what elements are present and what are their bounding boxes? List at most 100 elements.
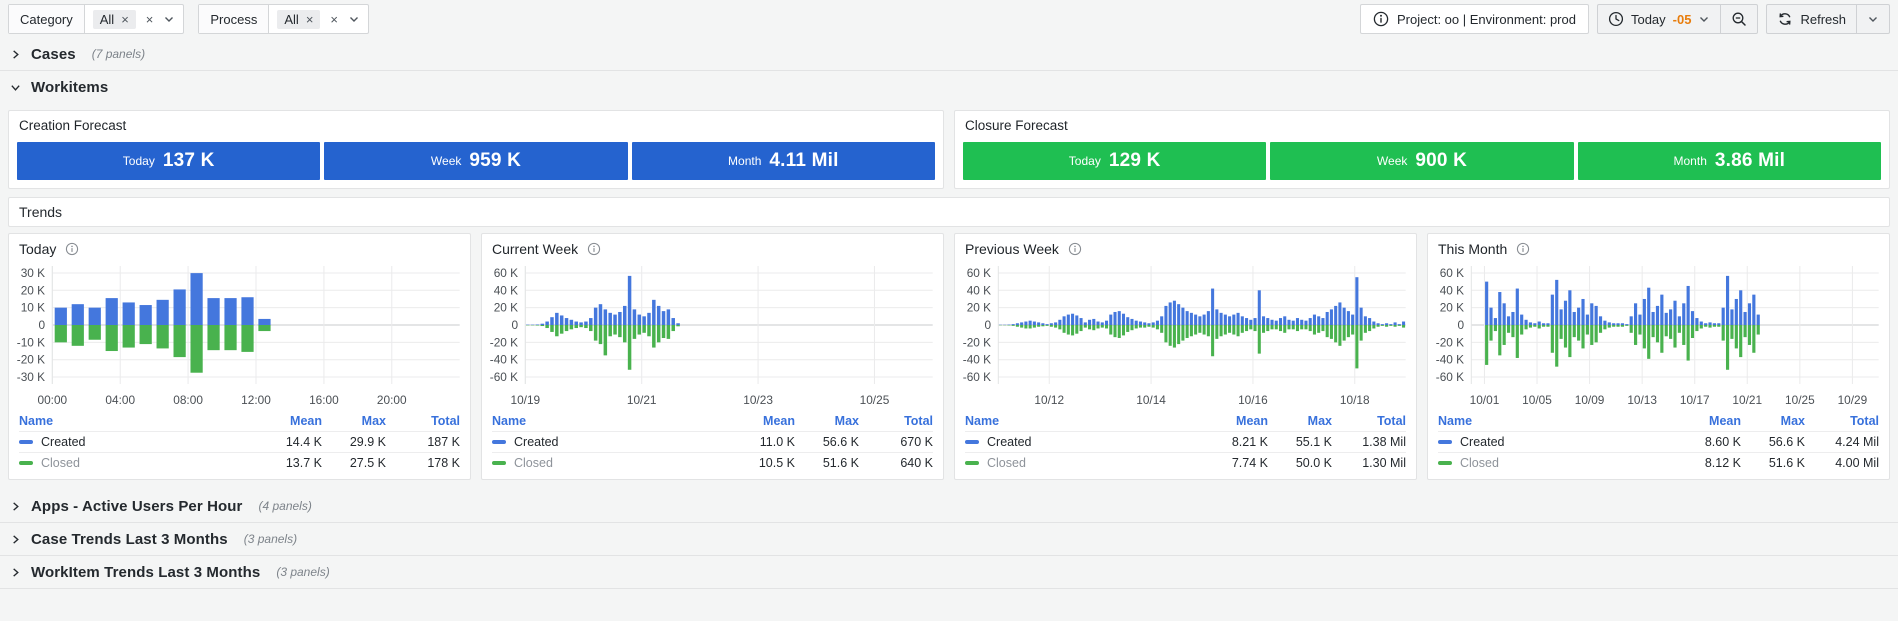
legend-series-closed[interactable]: Closed bbox=[1438, 456, 1679, 470]
legend-header-name[interactable]: Name bbox=[492, 414, 733, 428]
today-chart[interactable]: 30 K20 K10 K0-10 K-20 K-30 K00:0004:0008… bbox=[9, 260, 470, 410]
mean-value: 10.5 K bbox=[733, 456, 795, 470]
filter-category-value[interactable]: All× × bbox=[85, 5, 184, 33]
panel-title[interactable]: This Month bbox=[1438, 241, 1507, 257]
filter-category-chip[interactable]: All× bbox=[93, 10, 136, 29]
svg-text:12:00: 12:00 bbox=[241, 394, 271, 407]
max-value: 51.6 K bbox=[795, 456, 859, 470]
panel-title[interactable]: Previous Week bbox=[965, 241, 1059, 257]
info-icon[interactable] bbox=[587, 242, 601, 256]
stat-closure-month: Month 3.86 Mil bbox=[1578, 142, 1881, 180]
svg-text:-40 K: -40 K bbox=[1436, 354, 1465, 367]
panel-title[interactable]: Today bbox=[19, 241, 56, 257]
legend-header-mean[interactable]: Mean bbox=[1206, 414, 1268, 428]
legend-series-created[interactable]: Created bbox=[1438, 435, 1679, 449]
legend-header-name[interactable]: Name bbox=[19, 414, 260, 428]
svg-text:10/18: 10/18 bbox=[1340, 394, 1370, 407]
time-picker-button[interactable]: Today -05 bbox=[1598, 5, 1721, 33]
svg-text:10/25: 10/25 bbox=[1785, 394, 1815, 407]
legend-header-mean[interactable]: Mean bbox=[260, 414, 322, 428]
filter-clear-icon[interactable]: × bbox=[330, 13, 338, 26]
filter-process-chip[interactable]: All× bbox=[277, 10, 320, 29]
info-icon[interactable] bbox=[1516, 242, 1530, 256]
legend-header-mean[interactable]: Mean bbox=[1679, 414, 1741, 428]
info-icon bbox=[1373, 11, 1389, 27]
previous-week-chart[interactable]: 60 K40 K20 K0-20 K-40 K-60 K10/1210/1410… bbox=[955, 260, 1416, 410]
legend-header-max[interactable]: Max bbox=[322, 414, 386, 428]
closed-swatch bbox=[19, 461, 33, 465]
filter-process-value[interactable]: All× × bbox=[269, 5, 368, 33]
svg-text:10/21: 10/21 bbox=[1732, 394, 1762, 407]
refresh-controls: Refresh bbox=[1766, 4, 1890, 34]
section-row-workitem-trends[interactable]: WorkItem Trends Last 3 Months (3 panels) bbox=[0, 556, 1898, 589]
total-value: 4.24 Mil bbox=[1805, 435, 1879, 449]
legend-series-closed[interactable]: Closed bbox=[492, 456, 733, 470]
svg-text:40 K: 40 K bbox=[494, 284, 519, 297]
mean-value: 8.21 K bbox=[1206, 435, 1268, 449]
chevron-down-icon[interactable] bbox=[163, 13, 175, 25]
stat-creation-today: Today 137 K bbox=[17, 142, 320, 180]
stat-closure-today: Today 129 K bbox=[963, 142, 1266, 180]
svg-text:60 K: 60 K bbox=[494, 267, 519, 280]
chevron-down-icon bbox=[1867, 13, 1879, 25]
legend-series-created[interactable]: Created bbox=[965, 435, 1206, 449]
legend-row-created: Created 8.21 K 55.1 K 1.38 Mil bbox=[965, 431, 1406, 452]
previous-week-legend: Name Mean Max Total Created 8.21 K 55.1 … bbox=[955, 410, 1416, 479]
panel-count: (3 panels) bbox=[244, 532, 297, 546]
section-row-cases[interactable]: Cases (7 panels) bbox=[0, 38, 1898, 71]
panel-title[interactable]: Creation Forecast bbox=[19, 118, 126, 133]
current-week-chart[interactable]: 60 K40 K20 K0-20 K-40 K-60 K10/1910/2110… bbox=[482, 260, 943, 410]
legend-header-name[interactable]: Name bbox=[965, 414, 1206, 428]
svg-text:0: 0 bbox=[511, 319, 518, 332]
info-icon[interactable] bbox=[65, 242, 79, 256]
legend-header-total[interactable]: Total bbox=[1332, 414, 1406, 428]
legend-header-total[interactable]: Total bbox=[1805, 414, 1879, 428]
topbar: Category All× × Process All× × Project: … bbox=[0, 0, 1898, 38]
legend-header-name[interactable]: Name bbox=[1438, 414, 1679, 428]
filter-clear-icon[interactable]: × bbox=[146, 13, 154, 26]
info-icon[interactable] bbox=[1068, 242, 1082, 256]
panel-title[interactable]: Current Week bbox=[492, 241, 578, 257]
chevron-down-icon[interactable] bbox=[348, 13, 360, 25]
svg-text:10/17: 10/17 bbox=[1680, 394, 1710, 407]
filter-process: Process All× × bbox=[198, 4, 369, 34]
chevron-right-icon bbox=[10, 567, 21, 578]
legend-series-closed[interactable]: Closed bbox=[965, 456, 1206, 470]
created-swatch bbox=[492, 440, 506, 444]
series-label: Closed bbox=[41, 456, 80, 470]
legend-row-closed: Closed 7.74 K 50.0 K 1.30 Mil bbox=[965, 452, 1406, 473]
series-label: Closed bbox=[1460, 456, 1499, 470]
legend-header-max[interactable]: Max bbox=[1741, 414, 1805, 428]
trends-row-header[interactable]: Trends bbox=[8, 197, 1890, 227]
refresh-interval-button[interactable] bbox=[1856, 5, 1889, 33]
chip-remove-icon[interactable]: × bbox=[121, 13, 129, 26]
panel-count: (3 panels) bbox=[276, 565, 329, 579]
chip-remove-icon[interactable]: × bbox=[306, 13, 314, 26]
max-value: 55.1 K bbox=[1268, 435, 1332, 449]
mean-value: 7.74 K bbox=[1206, 456, 1268, 470]
legend-series-created[interactable]: Created bbox=[19, 435, 260, 449]
section-row-workitems[interactable]: Workitems bbox=[0, 71, 1898, 104]
svg-text:10 K: 10 K bbox=[21, 302, 46, 315]
svg-text:10/13: 10/13 bbox=[1627, 394, 1657, 407]
legend-header-total[interactable]: Total bbox=[859, 414, 933, 428]
refresh-button[interactable]: Refresh bbox=[1767, 5, 1856, 33]
svg-text:20:00: 20:00 bbox=[377, 394, 407, 407]
panel-count: (4 panels) bbox=[258, 499, 311, 513]
this-month-chart[interactable]: 60 K40 K20 K0-20 K-40 K-60 K10/0110/0510… bbox=[1428, 260, 1889, 410]
current-week-legend: Name Mean Max Total Created 11.0 K 56.6 … bbox=[482, 410, 943, 479]
section-row-apps[interactable]: Apps - Active Users Per Hour (4 panels) bbox=[0, 490, 1898, 523]
legend-header-total[interactable]: Total bbox=[386, 414, 460, 428]
filter-category: Category All× × bbox=[8, 4, 184, 34]
created-swatch bbox=[19, 440, 33, 444]
legend-header-max[interactable]: Max bbox=[1268, 414, 1332, 428]
max-value: 56.6 K bbox=[795, 435, 859, 449]
this-month-legend: Name Mean Max Total Created 8.60 K 56.6 … bbox=[1428, 410, 1889, 479]
legend-series-closed[interactable]: Closed bbox=[19, 456, 260, 470]
panel-title[interactable]: Closure Forecast bbox=[965, 118, 1068, 133]
legend-header-max[interactable]: Max bbox=[795, 414, 859, 428]
zoom-out-button[interactable] bbox=[1720, 5, 1757, 33]
legend-header-mean[interactable]: Mean bbox=[733, 414, 795, 428]
legend-series-created[interactable]: Created bbox=[492, 435, 733, 449]
section-row-case-trends[interactable]: Case Trends Last 3 Months (3 panels) bbox=[0, 523, 1898, 556]
